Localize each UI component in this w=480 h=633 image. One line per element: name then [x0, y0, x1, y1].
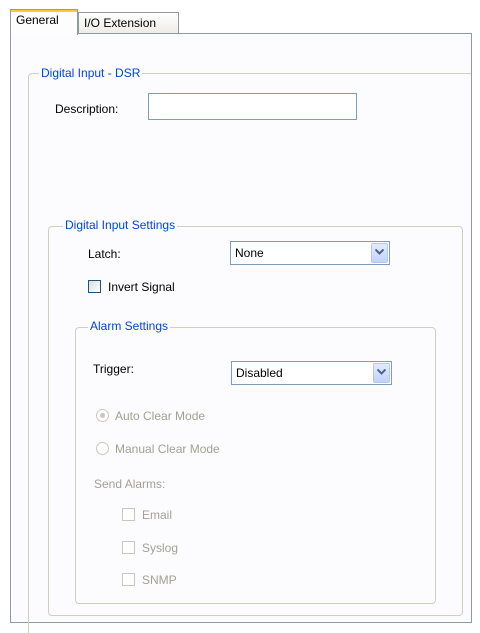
- tab-io-extension-label: I/O Extension: [84, 16, 157, 30]
- chevron-down-icon: [375, 249, 384, 255]
- invert-signal-label: Invert Signal: [108, 280, 175, 294]
- description-label: Description:: [55, 102, 119, 116]
- latch-selected-value: None: [235, 246, 264, 260]
- snmp-label: SNMP: [142, 573, 177, 587]
- send-alarms-label: Send Alarms:: [94, 477, 166, 491]
- email-label: Email: [142, 508, 173, 522]
- radio-selected-dot: [100, 413, 105, 418]
- trigger-label: Trigger:: [93, 362, 134, 376]
- tab-io-extension[interactable]: I/O Extension: [78, 12, 179, 34]
- tab-general-label: General: [16, 13, 59, 27]
- tab-general[interactable]: General: [10, 9, 78, 35]
- syslog-label: Syslog: [142, 541, 179, 555]
- manual-clear-mode-radio[interactable]: [96, 442, 109, 455]
- manual-clear-mode-label: Manual Clear Mode: [115, 442, 220, 456]
- digital-input-settings-title: Digital Input Settings: [63, 218, 178, 232]
- tab-panel-general: Digital Input - DSR Description: Digital…: [10, 33, 472, 633]
- trigger-dropdown-button[interactable]: [373, 363, 390, 383]
- chevron-down-icon: [377, 369, 386, 375]
- trigger-selected-value: Disabled: [236, 366, 283, 380]
- latch-dropdown-button[interactable]: [371, 243, 388, 263]
- trigger-dropdown[interactable]: Disabled: [231, 361, 392, 385]
- digital-input-group-title: Digital Input - DSR: [39, 66, 143, 80]
- latch-dropdown[interactable]: None: [230, 241, 390, 265]
- auto-clear-mode-label: Auto Clear Mode: [115, 409, 206, 423]
- syslog-checkbox[interactable]: [122, 541, 135, 554]
- invert-signal-checkbox[interactable]: [88, 280, 101, 293]
- latch-label: Latch:: [88, 247, 121, 261]
- auto-clear-mode-radio[interactable]: [96, 409, 109, 422]
- email-checkbox[interactable]: [122, 508, 135, 521]
- alarm-settings-title: Alarm Settings: [88, 319, 171, 333]
- snmp-checkbox[interactable]: [122, 573, 135, 586]
- description-field[interactable]: [148, 93, 357, 120]
